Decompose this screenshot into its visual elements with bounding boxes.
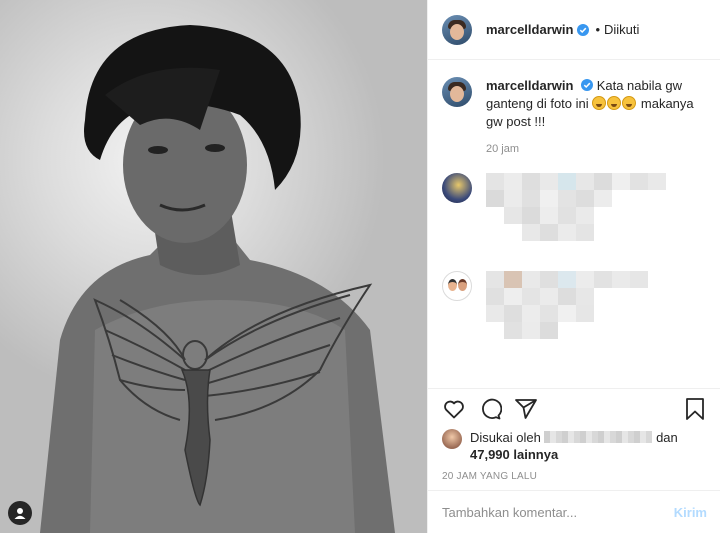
verified-badge-icon — [577, 23, 590, 36]
post-actions: Disukai oleh dan 47,990 lainnya 20 JAM Y… — [428, 388, 720, 482]
likes-summary: Disukai oleh dan 47,990 lainnya — [442, 429, 707, 463]
laughing-emoji-icon — [592, 96, 637, 111]
list-item — [442, 271, 707, 339]
avatar[interactable] — [442, 173, 472, 203]
bookmark-icon[interactable] — [683, 397, 707, 421]
post-header: marcelldarwin • Diikuti — [428, 0, 720, 60]
list-item — [442, 173, 707, 241]
blurred-comment — [486, 271, 666, 339]
caption-username[interactable]: marcelldarwin — [486, 78, 573, 93]
avatar[interactable] — [442, 14, 472, 45]
caption: marcelldarwin Kata nabila gw ganteng di … — [442, 77, 707, 131]
caption-text: marcelldarwin Kata nabila gw ganteng di … — [486, 77, 696, 131]
comments-list[interactable]: marcelldarwin Kata nabila gw ganteng di … — [428, 61, 720, 387]
likes-prefix: Disukai oleh — [470, 430, 541, 445]
likes-count-link[interactable]: 47,990 lainnya — [470, 447, 558, 462]
share-icon[interactable] — [514, 397, 538, 421]
caption-avatar[interactable] — [442, 77, 472, 107]
post-comment-button[interactable]: Kirim — [674, 505, 707, 520]
caption-timestamp[interactable]: 20 jam — [486, 143, 707, 155]
post-timestamp[interactable]: 20 JAM YANG LALU — [442, 471, 707, 482]
user-tag-icon[interactable] — [8, 501, 32, 525]
comment-form: Kirim — [428, 490, 720, 533]
heart-icon[interactable] — [442, 397, 466, 421]
post-sidebar: marcelldarwin • Diikuti marcelldarwin Ka… — [427, 0, 720, 533]
comment-input[interactable] — [442, 504, 674, 520]
separator-dot: • — [595, 22, 600, 37]
post-photo[interactable] — [0, 0, 427, 533]
verified-badge-icon — [581, 79, 594, 91]
username-link[interactable]: marcelldarwin — [486, 22, 573, 37]
avatar[interactable] — [442, 429, 462, 449]
blurred-comment — [486, 173, 666, 241]
follow-status-button[interactable]: Diikuti — [604, 22, 639, 37]
blurred-username — [544, 431, 653, 443]
post-image — [40, 25, 395, 533]
avatar[interactable] — [442, 271, 472, 301]
likes-conjunction: dan — [656, 430, 678, 445]
comment-icon[interactable] — [478, 397, 502, 421]
